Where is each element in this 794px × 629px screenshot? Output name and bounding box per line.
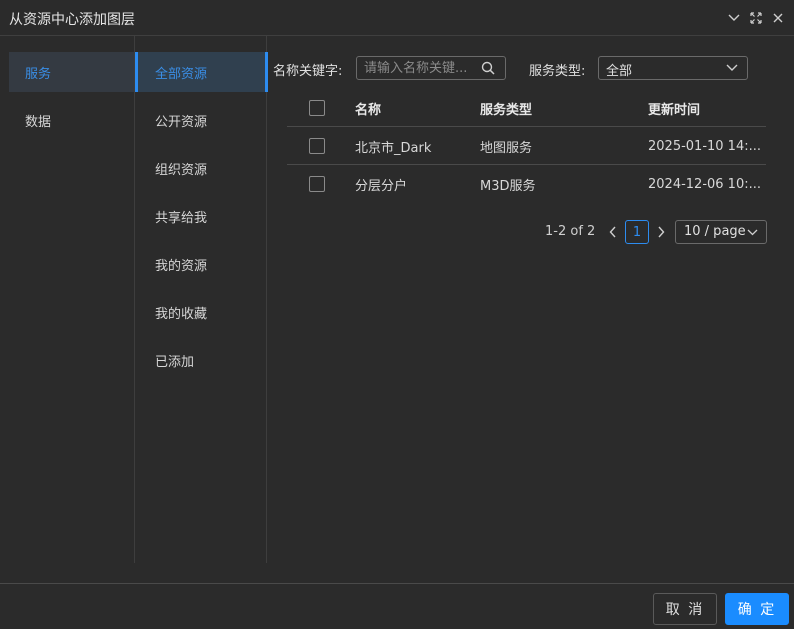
row-time: 2024-12-06 10:... bbox=[648, 176, 762, 192]
close-button[interactable] bbox=[771, 10, 785, 26]
next-page-button[interactable] bbox=[654, 222, 668, 242]
page-size-value: 10 / page bbox=[684, 224, 746, 239]
sidebar-item-service[interactable]: 服务 bbox=[9, 52, 134, 92]
cancel-button[interactable]: 取 消 bbox=[653, 593, 717, 625]
row-type: M3D服务 bbox=[480, 178, 536, 194]
page-number-current[interactable]: 1 bbox=[625, 220, 649, 244]
sidebar-item-my-favorites[interactable]: 我的收藏 bbox=[135, 292, 267, 332]
table-row[interactable]: 分层分户 M3D服务 2024-12-06 10:... bbox=[287, 165, 766, 203]
chevron-left-icon bbox=[609, 226, 616, 238]
sidebar-item-org-resources[interactable]: 组织资源 bbox=[135, 148, 267, 188]
row-checkbox[interactable] bbox=[309, 138, 325, 154]
row-checkbox[interactable] bbox=[309, 176, 325, 192]
row-name: 北京市_Dark bbox=[355, 140, 432, 156]
sidebar-item-added[interactable]: 已添加 bbox=[135, 340, 267, 380]
keyword-search-box bbox=[356, 56, 506, 80]
search-icon[interactable] bbox=[481, 61, 495, 75]
pagination-total: 1-2 of 2 bbox=[545, 224, 596, 239]
prev-page-button[interactable] bbox=[606, 222, 620, 242]
table-header: 名称 服务类型 更新时间 bbox=[287, 89, 766, 127]
row-name: 分层分户 bbox=[355, 178, 408, 194]
page-size-select[interactable]: 10 / page bbox=[675, 220, 767, 244]
sidebar-item-public-resources[interactable]: 公开资源 bbox=[135, 100, 267, 140]
service-type-label: 服务类型: bbox=[529, 64, 586, 79]
sidebar-item-all-resources[interactable]: 全部资源 bbox=[135, 52, 268, 92]
collapse-button[interactable] bbox=[727, 10, 741, 26]
primary-sidebar: 服务 数据 bbox=[0, 36, 134, 563]
row-time: 2025-01-10 14:... bbox=[648, 138, 762, 154]
keyword-search-input[interactable] bbox=[364, 59, 482, 77]
column-header-type[interactable]: 服务类型 bbox=[480, 89, 640, 127]
column-header-name[interactable]: 名称 bbox=[355, 89, 475, 127]
row-type: 地图服务 bbox=[480, 140, 533, 156]
dialog-titlebar: 从资源中心添加图层 bbox=[0, 0, 794, 36]
chevron-down-icon bbox=[728, 14, 740, 21]
service-type-value: 全部 bbox=[606, 64, 633, 79]
chevron-right-icon bbox=[658, 226, 665, 238]
fullscreen-button[interactable] bbox=[749, 10, 763, 26]
sidebar-item-shared-with-me[interactable]: 共享给我 bbox=[135, 196, 267, 236]
secondary-sidebar: 全部资源 公开资源 组织资源 共享给我 我的资源 我的收藏 已添加 bbox=[134, 36, 268, 563]
select-all-checkbox[interactable] bbox=[309, 100, 325, 116]
chevron-down-icon bbox=[747, 229, 758, 236]
service-type-select[interactable]: 全部 bbox=[598, 56, 748, 80]
table-row[interactable]: 北京市_Dark 地图服务 2025-01-10 14:... bbox=[287, 127, 766, 165]
sidebar-item-data[interactable]: 数据 bbox=[9, 100, 134, 140]
keyword-label: 名称关键字: bbox=[273, 64, 343, 79]
close-icon bbox=[773, 13, 783, 23]
dialog-title: 从资源中心添加图层 bbox=[9, 12, 135, 28]
sidebar-item-my-resources[interactable]: 我的资源 bbox=[135, 244, 267, 284]
chevron-down-icon bbox=[726, 64, 738, 71]
expand-icon bbox=[750, 12, 762, 24]
column-header-time[interactable]: 更新时间 bbox=[648, 89, 762, 127]
resource-table: 名称 服务类型 更新时间 北京市_Dark 地图服务 2025-01-10 14… bbox=[287, 89, 766, 203]
confirm-button[interactable]: 确 定 bbox=[725, 593, 789, 625]
